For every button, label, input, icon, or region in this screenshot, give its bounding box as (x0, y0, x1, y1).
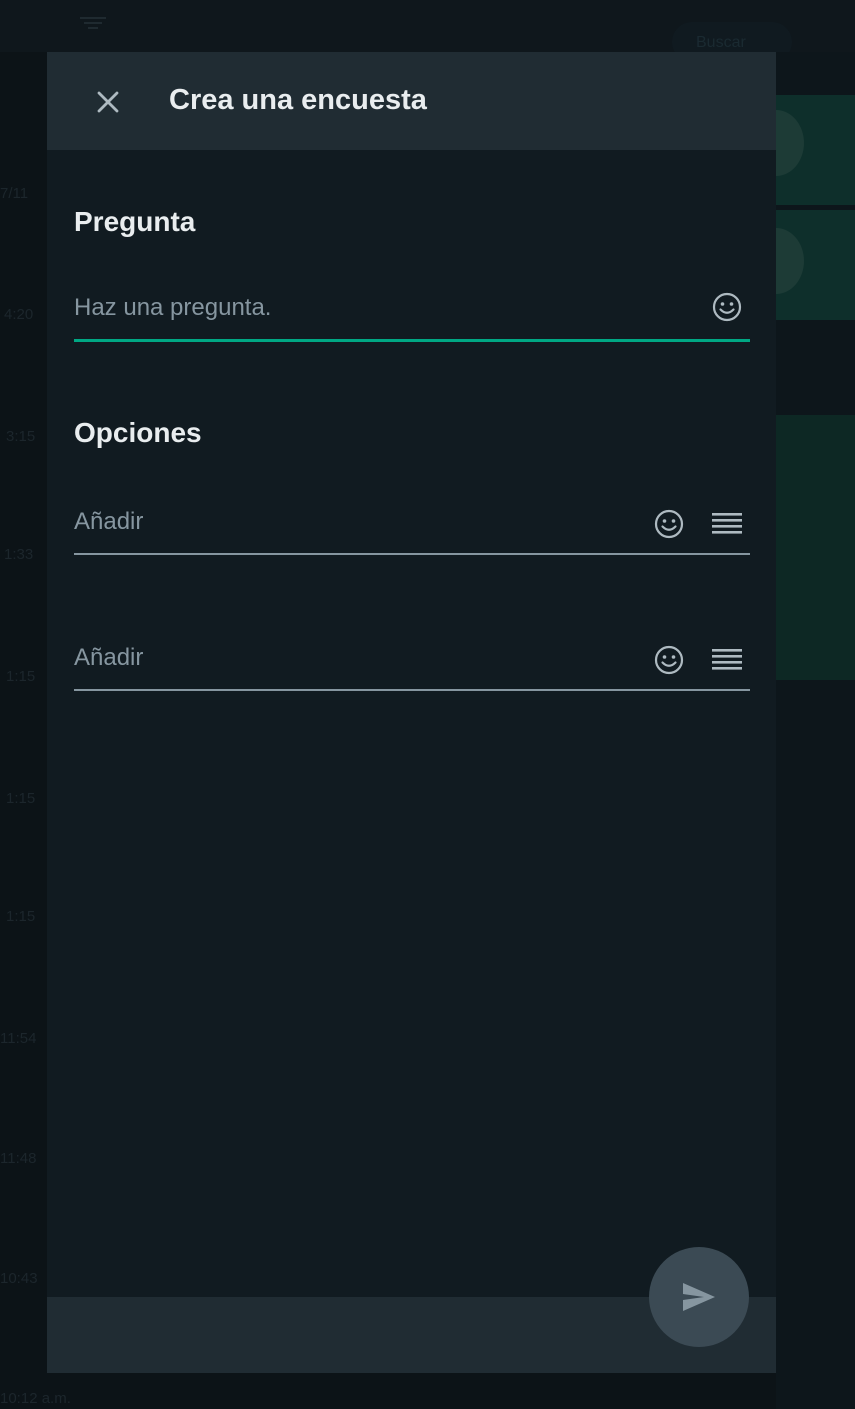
send-button[interactable] (649, 1247, 749, 1347)
option-input-1[interactable] (74, 497, 634, 547)
question-input[interactable] (74, 283, 694, 333)
option-drag-handle[interactable] (708, 505, 746, 543)
option-emoji-button[interactable] (650, 505, 688, 543)
drag-handle-icon (712, 649, 742, 670)
chat-time: 10:12 a.m. (0, 1390, 71, 1407)
options-heading: Opciones (74, 417, 202, 448)
filter-icon (80, 14, 106, 34)
chat-time: 11:48 (0, 1150, 37, 1167)
option-emoji-button[interactable] (650, 641, 688, 679)
chat-time: 1:33 (4, 546, 34, 563)
close-button[interactable] (86, 82, 130, 122)
chat-time: 7/11 (0, 185, 29, 202)
drag-handle-icon (712, 513, 742, 534)
option-drag-handle[interactable] (708, 641, 746, 679)
chat-time: 1:15 (6, 908, 36, 925)
chat-time: 10:43 (0, 1270, 38, 1287)
dialog-header: Crea una encuesta (47, 52, 776, 150)
background-search-label: Buscar (696, 34, 746, 51)
question-field (74, 283, 750, 342)
chat-time: 11:54 (0, 1030, 37, 1047)
option-field (74, 633, 750, 691)
chat-time: 3:15 (6, 428, 36, 445)
question-emoji-button[interactable] (708, 288, 746, 326)
chat-time: 1:15 (6, 790, 36, 807)
dialog-title: Crea una encuesta (169, 84, 427, 116)
emoji-icon (654, 645, 684, 675)
option-field (74, 497, 750, 555)
option-input-2[interactable] (74, 633, 634, 683)
emoji-icon (654, 509, 684, 539)
emoji-icon (712, 292, 742, 322)
chat-time: 4:20 (4, 306, 34, 323)
background-message-bubble (776, 415, 855, 680)
create-poll-dialog: Crea una encuesta Pregunta Opciones (47, 52, 776, 1373)
question-heading: Pregunta (74, 206, 196, 237)
close-icon (97, 91, 119, 113)
send-icon (683, 1283, 715, 1311)
chat-time: 1:15 (6, 668, 36, 685)
